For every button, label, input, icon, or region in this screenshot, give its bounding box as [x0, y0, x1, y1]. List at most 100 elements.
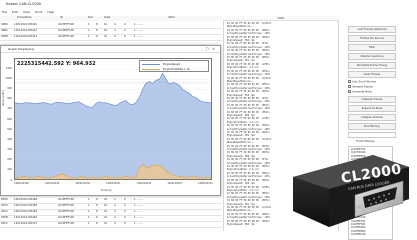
x-tick-label: 1400120228 — [14, 182, 29, 185]
cell-timestamp: 14012022105469 — [14, 210, 38, 213]
cell-channel: 1 — [88, 204, 90, 207]
cell-row-id: 050A — [1, 210, 8, 213]
legend-item: EngineSpeed — [142, 63, 180, 66]
checkbox-label: Overwrite Mode — [352, 90, 372, 94]
checkbox-box — [348, 85, 351, 88]
x-tick-label: 1400120229 — [44, 182, 60, 185]
cell-data: 4 — [114, 210, 116, 213]
cell-can-id: 0x18FEF100 — [58, 216, 75, 219]
y-tick-label: 200 — [7, 158, 12, 162]
chart-svg — [15, 68, 211, 179]
cell-data: 4 — [114, 216, 116, 219]
cell-ascii: 1 ........ — [134, 222, 144, 225]
cell-dlc: 8 — [96, 198, 98, 201]
cell-row-id: 04B9 — [1, 23, 8, 26]
plot-area[interactable] — [14, 58, 212, 180]
frames-per-second-button[interactable]: Frames Per Second — [348, 35, 396, 42]
cell-can-id: 0x18FEF100 — [58, 204, 75, 207]
cell-dlc: 8 — [96, 216, 98, 219]
menu-tools[interactable]: Tools — [35, 9, 42, 15]
cell-dlc: 8 — [96, 222, 98, 225]
y-tick-label: 500 — [7, 127, 12, 131]
cell-row-id: 04BB — [1, 35, 8, 38]
legend-swatch — [142, 68, 160, 70]
auto-scroll-checkbox[interactable]: Auto Scroll Window — [348, 80, 376, 84]
y-axis-label: Value (units) — [2, 90, 5, 106]
cell-timestamp: 14012022105468 — [14, 204, 38, 207]
col-data[interactable]: Data — [104, 16, 110, 19]
menu-view[interactable]: View — [23, 9, 30, 15]
cell-data: 0x — [104, 222, 108, 225]
col-timestamp[interactable]: Timestamp — [17, 16, 31, 19]
cell-can-id: 0x18FEF100 — [58, 210, 75, 213]
cell-row-id: 0508 — [1, 198, 8, 201]
cell-dlc: 8 — [96, 210, 98, 213]
log-header: DATA — [223, 16, 339, 21]
overwrite-mode-checkbox[interactable]: Overwrite Mode — [348, 90, 372, 94]
x-axis-label: Time (s) — [101, 189, 112, 192]
x-tick-label: 1400120231 — [106, 182, 121, 185]
cursor-readout: 2225315442.592 Y: 964.932 — [17, 61, 96, 67]
cell-ascii: 1 ........ — [134, 29, 144, 32]
bus-filtering-button[interactable]: Bus Filtering — [348, 123, 396, 130]
cell-can-id: 0x18FEF100 — [58, 35, 75, 38]
interpret-frames-checkbox[interactable]: Interpret Frames — [348, 85, 373, 89]
col-ascii[interactable]: ASCII — [168, 16, 175, 19]
x-tick-label: 1400120234 — [198, 182, 213, 185]
window-title: Kvaser CAN-CL2000 — [0, 0, 398, 9]
y-tick-label: 700 — [7, 107, 12, 111]
interpret-frames-button[interactable]: Interpret Frames — [348, 96, 396, 103]
app-window: Kvaser CAN-CL2000 File Edit View Tools H… — [0, 0, 409, 240]
cell-can-id: 0x18FEF100 — [58, 222, 75, 225]
checkbox-label: Auto Scroll Window — [352, 80, 377, 84]
cell-ascii: 1 ........ — [134, 210, 144, 213]
cell-dlc: 8 — [96, 204, 98, 207]
y-tick-label: 0 — [10, 178, 12, 182]
y-tick-label: 1100 — [5, 66, 12, 70]
stop-go-capturing-button[interactable]: Stop/Go Capturing — [348, 53, 396, 60]
load-frames-button[interactable]: Load Frames (Optional) — [348, 26, 396, 33]
menu-edit[interactable]: Edit — [12, 9, 18, 15]
clear-frames-button[interactable]: Clear Frames — [348, 71, 396, 78]
cell-channel: 1 — [88, 216, 90, 219]
cell-channel: 1 — [88, 210, 90, 213]
cell-data: 0x — [104, 198, 108, 201]
graph-window-title: Graph Displaying — [1, 46, 220, 53]
col-dlc[interactable]: DLC — [88, 16, 93, 19]
cell-channel: 1 — [88, 23, 90, 26]
normalize-timing-button[interactable]: Normalize Frame Timing — [348, 62, 396, 69]
cell-ascii: 1 ........ — [134, 35, 144, 38]
cell-dlc: 8 — [96, 23, 98, 26]
cell-row-id: 050B — [1, 216, 8, 219]
x-tick-label: 1400120233 — [167, 182, 182, 185]
cell-can-id: 0x18FEF100 — [58, 29, 75, 32]
cell-ascii: 1 ........ — [134, 216, 144, 219]
cell-data: 0 — [124, 204, 126, 207]
menu-help[interactable]: Help — [47, 9, 54, 15]
cell-row-id: 050C — [1, 222, 8, 225]
y-tick-label: 400 — [7, 137, 12, 141]
cell-row-id: 04BA — [1, 29, 8, 32]
y-tick-label: 100 — [7, 168, 12, 172]
cell-channel: 1 — [88, 198, 90, 201]
legend-item: EngineFuelRate x 10 — [142, 68, 190, 71]
cell-timestamp: 14012022105470 — [14, 222, 38, 225]
cell-row-id: 0509 — [1, 204, 8, 207]
cell-data: 0 — [124, 216, 126, 219]
legend-swatch — [142, 63, 160, 65]
table-header: Timestamp ID DLC Data ASCII — [0, 16, 222, 21]
cell-timestamp: 14012022105441 — [14, 29, 38, 32]
legend-label: EngineFuelRate x 10 — [163, 68, 190, 71]
cell-channel: 1 — [88, 35, 90, 38]
collapse-all-button[interactable]: Collapse All Rows — [348, 114, 396, 121]
cell-timestamp: 14012022105440 — [14, 23, 38, 26]
close-icon[interactable]: ✕ — [212, 47, 218, 51]
expand-all-button[interactable]: Expand All Rows — [348, 105, 396, 112]
cell-data: 4 — [114, 204, 116, 207]
graph-window[interactable]: Graph Displaying –□✕ 0 100 200 300 400 500 600… — [0, 45, 221, 196]
filter-button[interactable]: Filter — [348, 44, 396, 51]
col-id[interactable]: ID — [60, 16, 63, 19]
menu-file[interactable]: File — [2, 9, 7, 15]
cell-timestamp: 14012022105468 — [14, 198, 38, 201]
cell-data: 4 — [114, 222, 116, 225]
